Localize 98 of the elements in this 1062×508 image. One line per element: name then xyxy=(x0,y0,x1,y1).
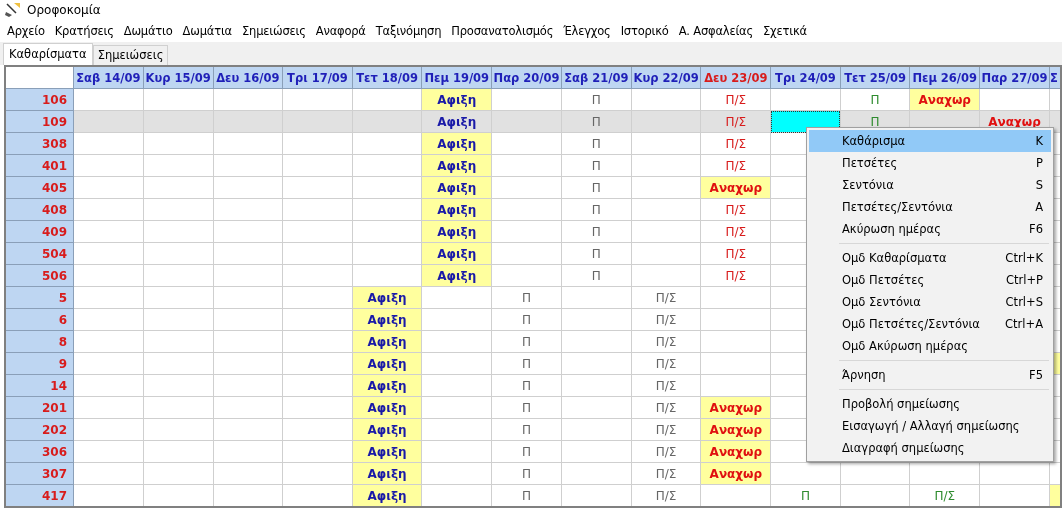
table-cell[interactable]: Π/Σ xyxy=(701,242,771,265)
column-header: Παρ 27/09 xyxy=(979,66,1050,89)
table-cell[interactable]: Π xyxy=(491,440,562,463)
room-number[interactable]: 408 xyxy=(5,198,74,221)
menu-item[interactable]: Προβολή σημείωσης xyxy=(809,393,1051,415)
room-number[interactable]: 9 xyxy=(5,352,74,375)
table-cell[interactable]: Π xyxy=(491,418,562,441)
column-header: Παρ 20/09 xyxy=(491,66,562,89)
menu-item[interactable]: Ομδ Σεντόνια Ctrl+S xyxy=(809,291,1051,313)
table-cell[interactable]: Π xyxy=(491,286,562,309)
room-number[interactable]: 401 xyxy=(5,154,74,177)
menu-item[interactable]: Ομδ Ακύρωση ημέρας xyxy=(809,335,1051,357)
menu-item[interactable]: Ομδ Πετσέτες Ctrl+P xyxy=(809,269,1051,291)
column-header: Τετ 25/09 xyxy=(840,66,910,89)
table-cell[interactable]: Π/Σ xyxy=(631,330,701,353)
menu-item[interactable]: Σχετικά xyxy=(758,24,812,38)
table-cell[interactable]: Π xyxy=(491,330,562,353)
table-cell[interactable]: Π/Σ xyxy=(631,462,701,485)
table-cell[interactable]: Π xyxy=(491,396,562,419)
table-cell[interactable]: Π xyxy=(491,308,562,331)
column-header: Κυρ 15/09 xyxy=(143,66,213,89)
table-cell[interactable]: Π xyxy=(561,88,632,111)
table-cell[interactable]: Π xyxy=(840,88,910,111)
column-header: Δευ 16/09 xyxy=(213,66,283,89)
menu-item[interactable]: Ταξινόμηση xyxy=(370,24,447,38)
table-cell[interactable]: Π/Σ xyxy=(631,374,701,397)
menu-item[interactable]: Πετσέτες/Σεντόνια A xyxy=(809,196,1051,218)
table-cell[interactable]: Π xyxy=(491,374,562,397)
menu-item[interactable]: Αναφορά xyxy=(310,24,371,38)
room-number[interactable]: 506 xyxy=(5,264,74,287)
room-number[interactable]: 306 xyxy=(5,440,74,463)
table-cell[interactable]: Π xyxy=(561,176,632,199)
room-number[interactable]: 409 xyxy=(5,220,74,243)
menu-item[interactable]: Δωμάτια xyxy=(177,24,237,38)
menu-item[interactable]: Ομδ Πετσέτες/Σεντόνια Ctrl+A xyxy=(809,313,1051,335)
table-cell[interactable]: Π/Σ xyxy=(631,440,701,463)
column-header: Πεμ 26/09 xyxy=(909,66,980,89)
tab[interactable]: Σημειώσεις xyxy=(92,45,169,65)
column-header: Τετ 18/09 xyxy=(352,66,422,89)
room-number[interactable]: 109 xyxy=(5,110,74,133)
room-number[interactable]: 307 xyxy=(5,462,74,485)
table-cell[interactable]: Π xyxy=(491,462,562,485)
table-cell[interactable]: Π/Σ xyxy=(701,88,771,111)
room-number[interactable]: 6 xyxy=(5,308,74,331)
column-header: Σαβ 14/09 xyxy=(73,66,144,89)
menu-item[interactable]: Διαγραφή σημείωσης xyxy=(809,437,1051,459)
marked-cell[interactable] xyxy=(1049,484,1061,507)
room-number[interactable]: 14 xyxy=(5,374,74,397)
menu-item[interactable]: Κρατήσεις xyxy=(49,24,119,38)
room-number[interactable]: 201 xyxy=(5,396,74,419)
menu-item[interactable]: Ιστορικό xyxy=(615,24,674,38)
menu-item[interactable]: Προσανατολισμός xyxy=(446,24,559,38)
table-cell[interactable]: Π/Σ xyxy=(701,154,771,177)
table-cell[interactable]: Π xyxy=(561,132,632,155)
table-cell[interactable]: Π xyxy=(561,154,632,177)
broom-icon xyxy=(5,2,21,18)
table-cell[interactable]: Π xyxy=(561,242,632,265)
room-number[interactable]: 308 xyxy=(5,132,74,155)
menu-item[interactable]: Σεντόνια S xyxy=(809,174,1051,196)
table-cell[interactable]: Π/Σ xyxy=(631,352,701,375)
menu-item[interactable]: Εισαγωγή / Αλλαγή σημείωσης xyxy=(809,415,1051,437)
table-cell[interactable]: Π/Σ xyxy=(701,264,771,287)
room-number[interactable]: 202 xyxy=(5,418,74,441)
table-cell[interactable]: Π/Σ xyxy=(631,418,701,441)
menu-item[interactable]: Άρνηση F5 xyxy=(809,364,1051,386)
table-cell[interactable]: Π xyxy=(561,264,632,287)
tab[interactable]: Καθαρίσματα xyxy=(3,43,93,65)
table-cell[interactable]: Π/Σ xyxy=(631,308,701,331)
menu-item[interactable]: Αρχείο xyxy=(2,24,50,38)
table-cell[interactable]: Π/Σ xyxy=(701,220,771,243)
room-number[interactable]: 8 xyxy=(5,330,74,353)
column-header: Κυρ 22/09 xyxy=(631,66,701,89)
menu-item[interactable]: Α. Ασφαλείας xyxy=(673,24,759,38)
room-number[interactable]: 417 xyxy=(5,484,74,507)
room-number[interactable]: 504 xyxy=(5,242,74,265)
table-cell[interactable]: Π/Σ xyxy=(701,198,771,221)
room-number[interactable]: 106 xyxy=(5,88,74,111)
column-header: Σαβ 21/09 xyxy=(561,66,632,89)
column-header: Τρι 17/09 xyxy=(282,66,353,89)
menu-item[interactable]: Πετσέτες P xyxy=(809,152,1051,174)
menu-item[interactable]: Δωμάτιο xyxy=(118,24,178,38)
window-title: Οροφοκομία xyxy=(27,3,101,17)
menu-item[interactable]: Καθάρισμα K xyxy=(809,130,1051,152)
menu-item[interactable]: Σημειώσεις xyxy=(237,24,311,38)
table-cell[interactable]: Π/Σ xyxy=(631,396,701,419)
table-cell[interactable]: Π/Σ xyxy=(701,132,771,155)
menu-item[interactable]: Ακύρωση ημέρας F6 xyxy=(809,218,1051,240)
table-cell[interactable]: Π xyxy=(561,220,632,243)
room-number[interactable]: 405 xyxy=(5,176,74,199)
table-cell[interactable]: Π xyxy=(561,198,632,221)
table-cell[interactable]: Π xyxy=(491,352,562,375)
room-number[interactable]: 5 xyxy=(5,286,74,309)
column-header: Τρι 24/09 xyxy=(770,66,841,89)
menu-item[interactable]: Ομδ Καθαρίσματα Ctrl+K xyxy=(809,247,1051,269)
column-header: Πεμ 19/09 xyxy=(421,66,492,89)
menu-item[interactable]: Έλεγχος xyxy=(558,24,616,38)
table-cell[interactable]: Π/Σ xyxy=(631,286,701,309)
column-header: Δευ 23/09 xyxy=(701,66,771,89)
